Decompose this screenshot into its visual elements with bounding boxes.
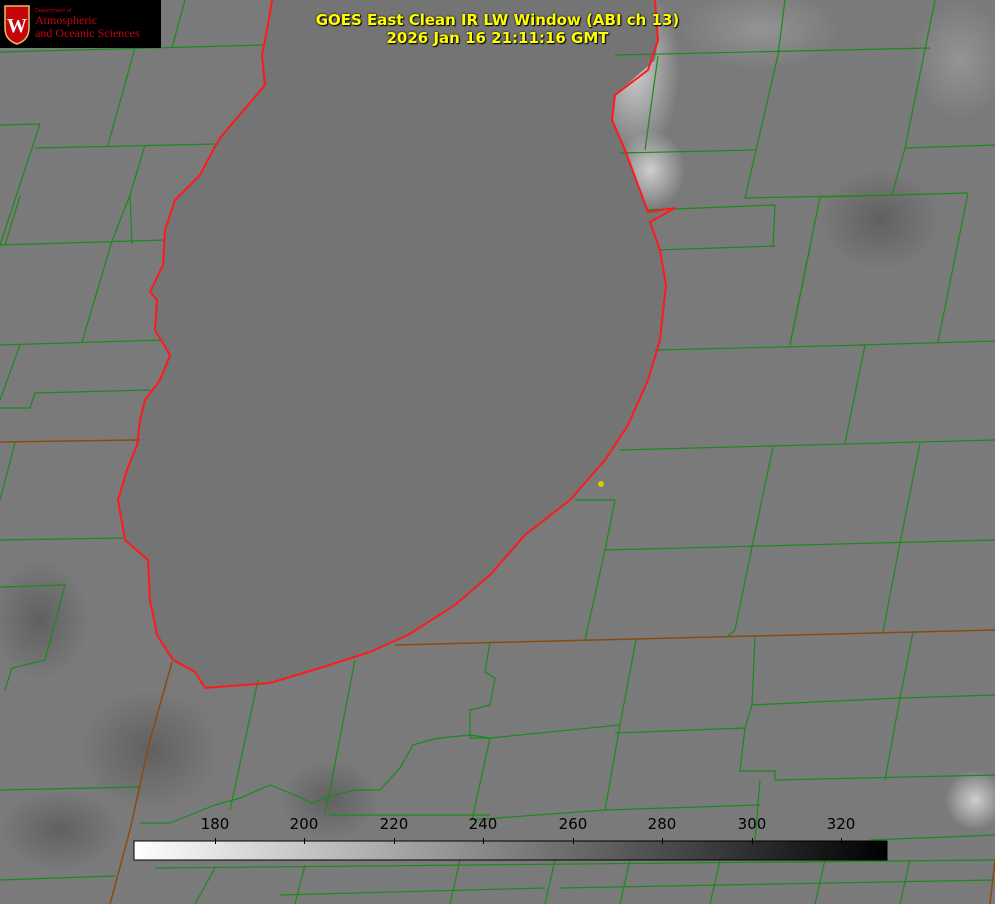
colorbar-tick-mark bbox=[483, 838, 484, 844]
colorbar-tick-label: 280 bbox=[647, 815, 677, 833]
colorbar-tick-label: 200 bbox=[289, 815, 319, 833]
colorbar-tick-label: 240 bbox=[468, 815, 498, 833]
colorbar-tick-mark bbox=[304, 838, 305, 844]
title-line2: 2026 Jan 16 21:11:16 GMT bbox=[386, 29, 609, 47]
colorbar-tick-label: 320 bbox=[826, 815, 856, 833]
image-title: GOES East Clean IR LW Window (ABI ch 13)… bbox=[0, 11, 995, 47]
station-dot-icon bbox=[598, 481, 604, 487]
colorbar-tick-mark bbox=[573, 838, 574, 844]
satellite-image-viewer: W Department of Atmospheric and Oceanic … bbox=[0, 0, 995, 904]
colorbar-tick-label: 260 bbox=[558, 815, 588, 833]
colorbar-tick-mark bbox=[752, 838, 753, 844]
colorbar-tick-mark bbox=[662, 838, 663, 844]
colorbar-tick-label: 300 bbox=[737, 815, 767, 833]
colorbar-tick-label: 180 bbox=[200, 815, 230, 833]
colorbar-gradient bbox=[133, 840, 888, 861]
colorbar-tick-mark bbox=[841, 838, 842, 844]
colorbar-tick-mark bbox=[215, 838, 216, 844]
title-line1: GOES East Clean IR LW Window (ABI ch 13) bbox=[315, 11, 680, 29]
colorbar-tick-mark bbox=[394, 838, 395, 844]
colorbar-tick-label: 220 bbox=[379, 815, 409, 833]
satellite-map bbox=[0, 0, 995, 904]
